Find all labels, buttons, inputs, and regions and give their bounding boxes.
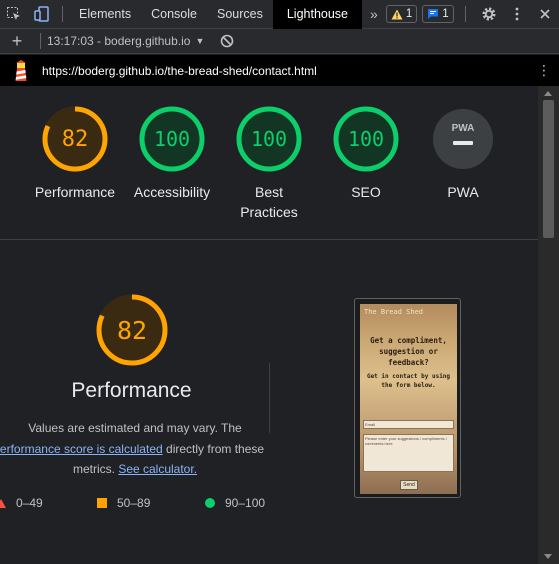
legend-fail: 0–49 — [0, 496, 43, 510]
more-tabs-chevron-icon[interactable]: » — [362, 0, 386, 29]
report-selector-label: 13:17:03 - boderg.github.io — [47, 34, 191, 48]
report-scrollbar[interactable] — [538, 86, 559, 564]
gauge-label: PWA — [447, 184, 479, 200]
settings-icon[interactable] — [475, 0, 503, 29]
separator — [62, 6, 63, 22]
screenshot-send-button: Send — [400, 480, 418, 490]
messages-count: 1 — [442, 8, 449, 20]
see-calculator-link[interactable]: See calculator. — [118, 462, 197, 476]
score-value: 100 — [348, 127, 384, 151]
screenshot-sub-2: the form below. — [381, 382, 436, 389]
legend-pass-label: 90–100 — [225, 496, 266, 510]
warnings-badge[interactable]: 1 — [385, 5, 418, 23]
legend-fail-label: 0–49 — [16, 496, 43, 510]
pwa-dash-icon — [453, 141, 473, 145]
separator — [464, 6, 466, 22]
scrollbar-thumb[interactable] — [543, 100, 554, 238]
block-icon[interactable] — [220, 34, 234, 48]
legend-average-label: 50–89 — [117, 496, 151, 510]
screenshot-message-field: Please enter your suggestions / complime… — [363, 434, 454, 472]
new-report-button[interactable]: + — [0, 31, 34, 52]
report-url[interactable]: https://boderg.github.io/the-bread-shed/… — [42, 64, 317, 78]
separator — [40, 33, 41, 49]
description-line-3: metrics. — [72, 462, 115, 476]
lighthouse-logo-icon — [0, 59, 42, 82]
score-gauges: 82 Performance 100 Accessibility 100 Best P… — [0, 86, 538, 240]
legend-average: 50–89 — [97, 496, 150, 510]
kebab-icon[interactable] — [503, 0, 531, 29]
inspect-icon[interactable] — [0, 0, 28, 29]
pwa-badge-text: PWA — [452, 123, 475, 134]
scroll-down-arrow-icon[interactable] — [544, 554, 552, 559]
score-value: 100 — [251, 127, 287, 151]
device-toggle-icon[interactable] — [28, 0, 56, 29]
performance-score-link[interactable]: erformance score is calculated — [0, 442, 163, 456]
screenshot-sub-1: Get in contact by using — [366, 373, 451, 380]
description-line-2: directly from these — [166, 441, 265, 456]
message-icon — [428, 9, 439, 19]
gauge-label: Performance — [34, 184, 116, 200]
screenshot-heading-1: Get a compliment, — [370, 336, 447, 345]
screenshot-heading-2: suggestion or — [379, 347, 438, 356]
gauge-accessibility[interactable]: 100 Accessibility — [122, 106, 222, 202]
tab-lighthouse[interactable]: Lighthouse — [272, 0, 363, 29]
score-value: 100 — [154, 127, 190, 151]
screenshot-heading-3: feedback? — [388, 358, 429, 367]
gauge-best-practices[interactable]: 100 Best Practices — [219, 106, 319, 222]
pass-circle-icon — [205, 498, 215, 508]
description-line-1: Values are estimated and may vary. The — [28, 421, 242, 435]
scroll-up-arrow-icon[interactable] — [544, 91, 552, 96]
screenshot-brand: The Bread Shed — [364, 308, 424, 316]
performance-big-score: 82 — [117, 316, 147, 345]
messages-badge[interactable]: 1 — [422, 5, 454, 23]
lighthouse-toolbar: + 13:17:03 - boderg.github.io ▼ — [0, 29, 559, 54]
tab-console[interactable]: Console — [141, 0, 207, 29]
final-screenshot-thumbnail[interactable]: The Bread Shed Get a compliment, suggest… — [354, 298, 461, 498]
close-icon[interactable] — [531, 0, 559, 29]
legend-pass: 90–100 — [205, 496, 265, 510]
screenshot-email-field: Email — [363, 420, 454, 429]
performance-heading: Performance — [71, 379, 192, 402]
tab-elements[interactable]: Elements — [69, 0, 141, 29]
fail-triangle-icon — [0, 498, 6, 508]
gauge-label: Best Practices — [240, 184, 298, 220]
screenshot-content: The Bread Shed Get a compliment, suggest… — [360, 304, 457, 494]
dropdown-caret-icon: ▼ — [195, 36, 205, 46]
warnings-count: 1 — [405, 8, 413, 20]
warning-icon — [391, 9, 403, 19]
report-url-bar: https://boderg.github.io/the-bread-shed/… — [0, 55, 559, 86]
gauge-label: SEO — [351, 184, 381, 200]
performance-description: Values are estimated and may vary. The e… — [0, 418, 270, 480]
tab-sources[interactable]: Sources — [207, 0, 273, 29]
lighthouse-report: 82 Performance 100 Accessibility 100 Best P… — [0, 86, 538, 564]
average-square-icon — [97, 498, 107, 508]
gauge-performance[interactable]: 82 Performance — [25, 106, 125, 202]
report-menu-kebab-icon[interactable]: ⋮ — [529, 62, 559, 79]
performance-big-gauge: 82 — [95, 293, 169, 372]
gauge-pwa[interactable]: PWA PWA — [413, 106, 513, 202]
score-value: 82 — [62, 127, 89, 152]
gauge-seo[interactable]: 100 SEO — [316, 106, 416, 202]
devtools-tabbar: Elements Console Sources Lighthouse » 1 … — [0, 0, 559, 29]
report-selector[interactable]: 13:17:03 - boderg.github.io ▼ — [47, 34, 204, 48]
performance-section: 82 Performance Values are estimated and … — [0, 241, 538, 564]
gauge-label: Accessibility — [133, 184, 211, 200]
